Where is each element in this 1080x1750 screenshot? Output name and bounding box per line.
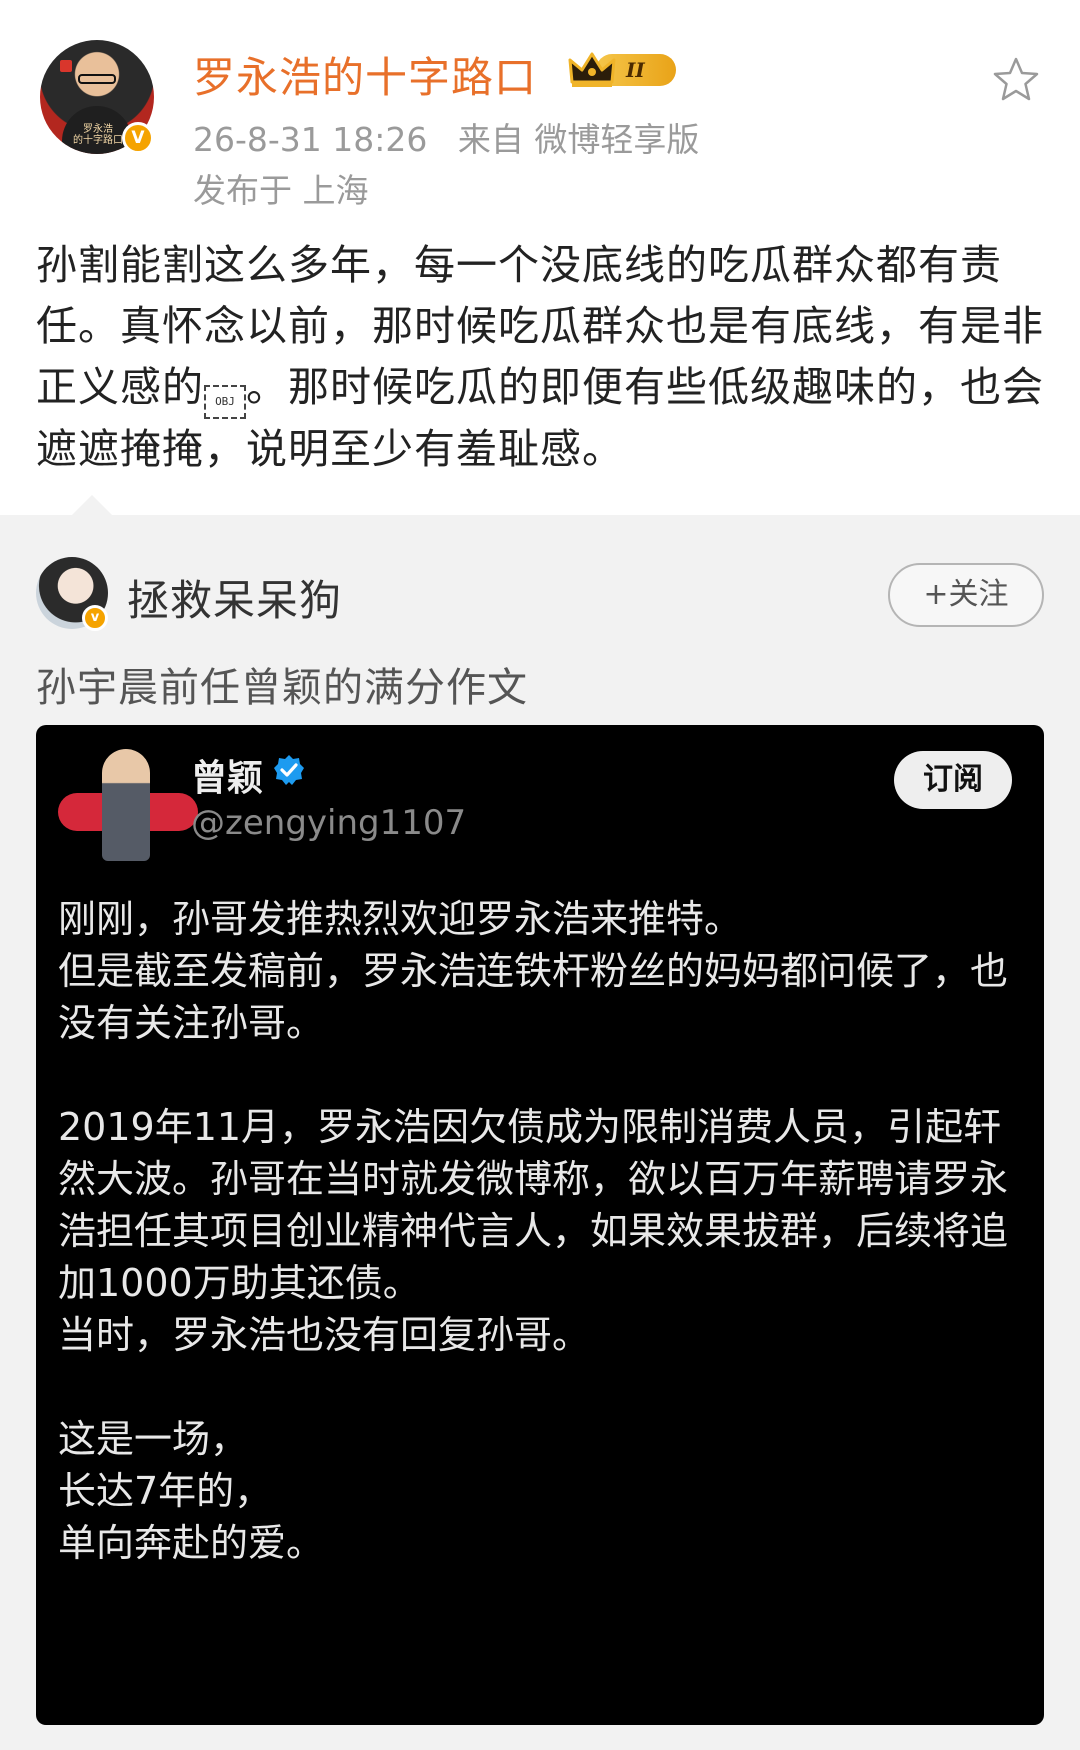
- repost-pointer: [72, 495, 112, 515]
- verified-badge-icon: V: [122, 122, 154, 154]
- weibo-post: 罗永浩 的十字路口 V 罗永浩的十字路口 II 26-8-31 18:26 来自…: [0, 0, 1080, 515]
- tweet-author-avatar: [58, 749, 208, 869]
- avatar-glasses: [78, 74, 116, 84]
- post-time: 26-8-31 18:26: [193, 120, 428, 159]
- verified-check-icon: [274, 755, 304, 785]
- tweet-author-name: 曾颖: [191, 758, 264, 799]
- post-meta: 26-8-31 18:26 来自 微博轻享版: [193, 113, 719, 161]
- tweet-author-handle: @zengying1107: [191, 803, 467, 843]
- object-replacement-glyph: OBJ: [204, 385, 246, 419]
- reposted-weibo[interactable]: v 拯救呆呆狗 +关注 孙宇晨前任曾颖的满分作文 曾颖 @zengying110…: [0, 495, 1080, 1750]
- verified-badge-icon: v: [82, 605, 108, 631]
- tweet-body: 刚刚，孙哥发推热烈欢迎罗永浩来推特。 但是截至发稿前，罗永浩连铁杆粉丝的妈妈都问…: [58, 893, 1018, 1569]
- follow-button[interactable]: +关注: [888, 563, 1044, 627]
- post-source: 来自 微博轻享版: [457, 120, 700, 159]
- post-location: 发布于 上海: [193, 171, 369, 210]
- post-text: 孙割能割这么多年，每一个没底线的吃瓜群众都有责任。真怀念以前，那时候吃瓜群众也是…: [36, 235, 1046, 480]
- subscribe-button[interactable]: 订阅: [894, 751, 1012, 809]
- crown-icon: [568, 52, 616, 87]
- favorite-star-icon[interactable]: [990, 54, 1042, 106]
- avatar-person: [102, 749, 150, 861]
- tweet-screenshot[interactable]: 曾颖 @zengying1107 订阅 刚刚，孙哥发推热烈欢迎罗永浩来推特。 但…: [36, 725, 1044, 1725]
- tweet-paragraph: 2019年11月，罗永浩因欠债成为限制消费人员，引起轩然大波。孙哥在当时就发微博…: [58, 1105, 1009, 1357]
- member-level-badge[interactable]: II: [566, 48, 678, 90]
- tweet-paragraph: 刚刚，孙哥发推热烈欢迎罗永浩来推特。 但是截至发稿前，罗永浩连铁杆粉丝的妈妈都问…: [58, 897, 1009, 1045]
- avatar-caption: 罗永浩 的十字路口: [73, 124, 123, 146]
- repost-text: 孙宇晨前任曾颖的满分作文: [36, 665, 528, 711]
- repost-author-name[interactable]: 拯救呆呆狗: [127, 567, 342, 628]
- author-name[interactable]: 罗永浩的十字路口: [193, 44, 537, 105]
- tweet-paragraph: 这是一场， 长达7年的， 单向奔赴的爱。: [58, 1417, 325, 1565]
- avatar-logo-mark: [60, 60, 72, 72]
